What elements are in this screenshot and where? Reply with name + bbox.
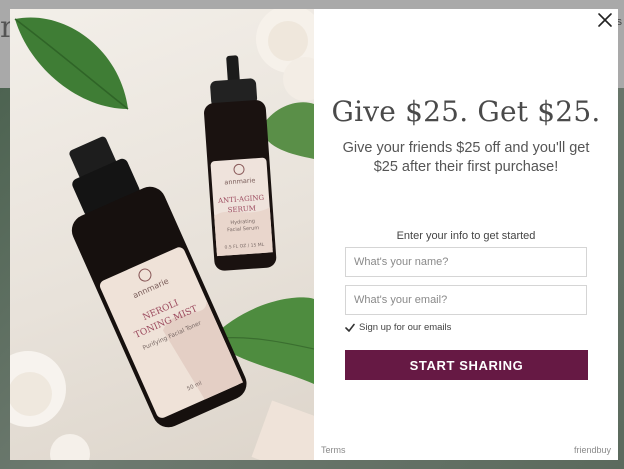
- name-field[interactable]: [345, 247, 587, 277]
- referral-modal: annmarie ANTI-AGING SERUM Hydrating Faci…: [10, 9, 618, 460]
- close-button[interactable]: [595, 10, 615, 30]
- close-icon: [598, 13, 612, 27]
- email-optin-label: Sign up for our emails: [359, 322, 452, 333]
- start-sharing-button[interactable]: START SHARING: [345, 350, 588, 380]
- referral-form-panel: Give $25. Get $25. Give your friends $25…: [314, 9, 618, 460]
- checkmark-icon: [345, 323, 355, 332]
- subheadline: Give your friends $25 off and you'll get…: [342, 140, 590, 175]
- product-photo-illustration: annmarie ANTI-AGING SERUM Hydrating Faci…: [10, 9, 314, 460]
- terms-link[interactable]: Terms: [321, 445, 346, 455]
- form-prompt: Enter your info to get started: [396, 230, 536, 242]
- email-optin-checkbox[interactable]: Sign up for our emails: [345, 322, 451, 333]
- product-photo: annmarie ANTI-AGING SERUM Hydrating Faci…: [10, 9, 314, 460]
- email-field[interactable]: [345, 285, 587, 315]
- headline: Give $25. Get $25.: [331, 95, 601, 128]
- serum-bottle: annmarie ANTI-AGING SERUM Hydrating Faci…: [204, 55, 277, 271]
- friendbuy-brand: friendbuy: [573, 445, 611, 455]
